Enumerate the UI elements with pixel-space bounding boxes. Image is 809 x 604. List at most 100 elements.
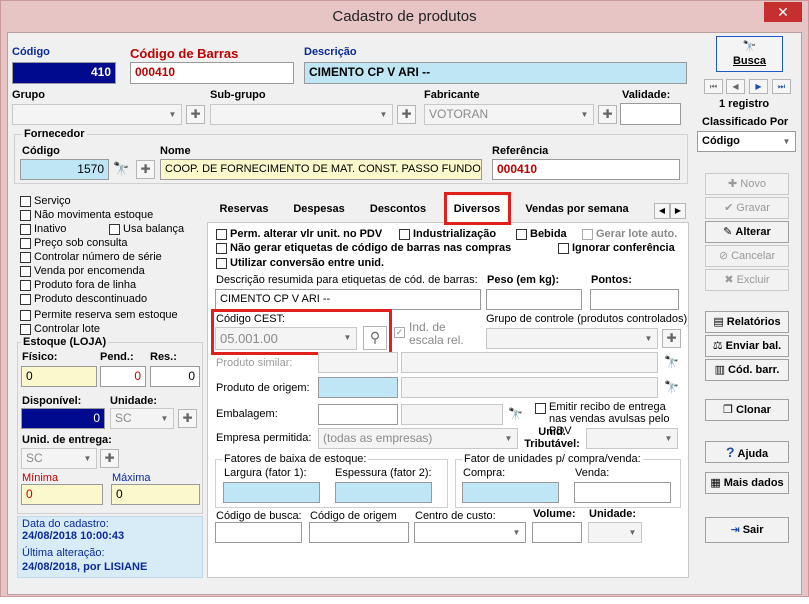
tab-despesas[interactable]: Despesas xyxy=(282,196,356,222)
tab-prev-button[interactable]: ◀ xyxy=(654,203,670,219)
add-grupo-button[interactable]: ✚ xyxy=(186,105,205,124)
nao-gerar-etiquetas-checkbox[interactable] xyxy=(216,243,227,254)
tab-vendas-semana[interactable]: Vendas por semana xyxy=(514,196,640,222)
volume-field[interactable] xyxy=(532,522,582,543)
centro-custo-select[interactable]: ▼ xyxy=(414,522,526,543)
codigo-label: Código xyxy=(12,46,50,58)
cancelar-button[interactable]: ⊘ Cancelar xyxy=(705,245,789,267)
ajuda-button[interactable]: ? Ajuda xyxy=(705,441,789,463)
last-record-button[interactable]: ⏭ xyxy=(772,79,791,94)
pend-field[interactable]: 0 xyxy=(100,366,146,387)
mais-dados-button[interactable]: ▦ Mais dados xyxy=(705,472,789,494)
codigo-origem-field[interactable] xyxy=(309,522,409,543)
cod-barr-button[interactable]: ▥ Cód. barr. xyxy=(705,359,789,381)
descricao-field[interactable]: CIMENTO CP V ARI -- xyxy=(304,62,687,84)
similar-desc-field[interactable] xyxy=(401,352,658,373)
espessura-field[interactable] xyxy=(335,482,432,503)
add-subgrupo-button[interactable]: ✚ xyxy=(397,105,416,124)
close-button[interactable]: ✕ xyxy=(764,2,802,22)
preco-consulta-checkbox[interactable] xyxy=(20,238,31,249)
barras-field[interactable]: 000410 xyxy=(130,62,294,84)
tab-next-button[interactable]: ▶ xyxy=(670,203,686,219)
conversao-unid-checkbox[interactable] xyxy=(216,258,227,269)
gerar-lote-label: Gerar lote auto. xyxy=(596,228,678,240)
add-entrega-button[interactable]: ✚ xyxy=(100,449,119,468)
prev-record-button[interactable]: ◀ xyxy=(726,79,745,94)
descontinuado-checkbox[interactable] xyxy=(20,294,31,305)
minima-label: Mínima xyxy=(22,472,59,484)
fabricante-select[interactable]: VOTORAN ▼ xyxy=(424,104,594,125)
unid-tributavel-select[interactable]: ▼ xyxy=(586,428,678,449)
add-fornecedor-button[interactable]: ✚ xyxy=(136,160,155,179)
reserva-sem-estoque-checkbox[interactable] xyxy=(20,310,31,321)
fornecedor-nome-field[interactable]: COOP. DE FORNECIMENTO DE MAT. CONST. PAS… xyxy=(160,159,482,180)
compra-field[interactable] xyxy=(462,482,559,503)
embalagem-desc-field[interactable] xyxy=(401,404,503,425)
industrializacao-checkbox[interactable] xyxy=(399,229,410,240)
binoculars-icon[interactable]: 🔭 xyxy=(113,161,129,177)
venda-field[interactable] xyxy=(574,482,671,503)
binoculars-icon[interactable]: 🔭 xyxy=(664,380,679,394)
desc-resumida-field[interactable]: CIMENTO CP V ARI -- xyxy=(215,289,481,310)
gravar-button[interactable]: ✔ Gravar xyxy=(705,197,789,219)
validade-field[interactable] xyxy=(620,103,681,125)
pontos-field[interactable] xyxy=(590,289,679,310)
ignorar-conferencia-checkbox[interactable] xyxy=(558,243,569,254)
fora-linha-checkbox[interactable] xyxy=(20,280,31,291)
relatorios-button[interactable]: ▤ Relatórios xyxy=(705,311,789,333)
enviar-bal-button[interactable]: ⚖ Enviar bal. xyxy=(705,335,789,357)
volume-unidade-select[interactable]: ▼ xyxy=(588,522,642,543)
usa-balanca-checkbox[interactable] xyxy=(109,224,120,235)
binoculars-icon[interactable]: 🔭 xyxy=(508,407,523,421)
add-fabricante-button[interactable]: ✚ xyxy=(598,105,617,124)
inativo-checkbox[interactable] xyxy=(20,224,31,235)
binoculars-icon[interactable]: 🔭 xyxy=(664,355,679,369)
embalagem-code-field[interactable] xyxy=(318,404,398,425)
origem-desc-field[interactable] xyxy=(401,377,658,398)
bebida-checkbox[interactable] xyxy=(516,229,527,240)
classificado-select[interactable]: Código ▼ xyxy=(697,131,796,152)
entrega-select[interactable]: SC ▼ xyxy=(21,448,97,469)
fisico-field[interactable]: 0 xyxy=(21,366,97,387)
first-record-button[interactable]: ⏮ xyxy=(704,79,723,94)
similar-code-field[interactable] xyxy=(318,352,398,373)
disponivel-field[interactable]: 0 xyxy=(21,408,105,429)
grupo-select[interactable]: ▼ xyxy=(12,104,182,125)
reserva-sem-estoque-label: Permite reserva sem estoque xyxy=(34,309,178,321)
codigo-busca-field[interactable] xyxy=(215,522,302,543)
emitir-recibo-checkbox[interactable] xyxy=(535,403,546,414)
excluir-button[interactable]: ✖ Excluir xyxy=(705,269,789,291)
tab-reservas[interactable]: Reservas xyxy=(210,196,278,222)
alterar-label: Alterar xyxy=(735,226,771,238)
encomenda-checkbox[interactable] xyxy=(20,266,31,277)
maxima-field[interactable]: 0 xyxy=(111,484,200,505)
add-unidade-button[interactable]: ✚ xyxy=(178,409,197,428)
minima-field[interactable]: 0 xyxy=(21,484,103,505)
empresa-select[interactable]: (todas as empresas) ▼ xyxy=(318,428,518,449)
largura-field[interactable] xyxy=(223,482,320,503)
unidade-select[interactable]: SC ▼ xyxy=(110,408,174,429)
alterar-button[interactable]: ✎ Alterar xyxy=(705,221,789,243)
clonar-button[interactable]: ❐ Clonar xyxy=(705,399,789,421)
peso-field[interactable] xyxy=(486,289,582,310)
gerar-lote-checkbox[interactable] xyxy=(582,229,593,240)
servico-checkbox[interactable] xyxy=(20,196,31,207)
fornecedor-codigo-field[interactable]: 1570 xyxy=(20,159,109,180)
tab-descontos[interactable]: Descontos xyxy=(360,196,436,222)
controlar-lote-checkbox[interactable] xyxy=(20,324,31,335)
subgrupo-select[interactable]: ▼ xyxy=(210,104,393,125)
ind-escala-checkbox[interactable]: ✓ xyxy=(394,327,405,338)
codigo-field[interactable]: 410 xyxy=(12,62,116,84)
nao-movimenta-checkbox[interactable] xyxy=(20,210,31,221)
res-field[interactable]: 0 xyxy=(150,366,200,387)
busca-button[interactable]: 🔭 Busca xyxy=(716,36,783,72)
numero-serie-checkbox[interactable] xyxy=(20,252,31,263)
origem-code-field[interactable] xyxy=(318,377,398,398)
grupo-controle-select[interactable]: ▼ xyxy=(486,328,658,349)
novo-button[interactable]: ✚ Novo xyxy=(705,173,789,195)
next-record-button[interactable]: ▶ xyxy=(749,79,768,94)
add-grupo-controle-button[interactable]: ✚ xyxy=(662,329,681,348)
referencia-field[interactable]: 000410 xyxy=(492,159,680,180)
perm-alterar-checkbox[interactable] xyxy=(216,229,227,240)
sair-button[interactable]: ⇥ Sair xyxy=(705,517,789,543)
